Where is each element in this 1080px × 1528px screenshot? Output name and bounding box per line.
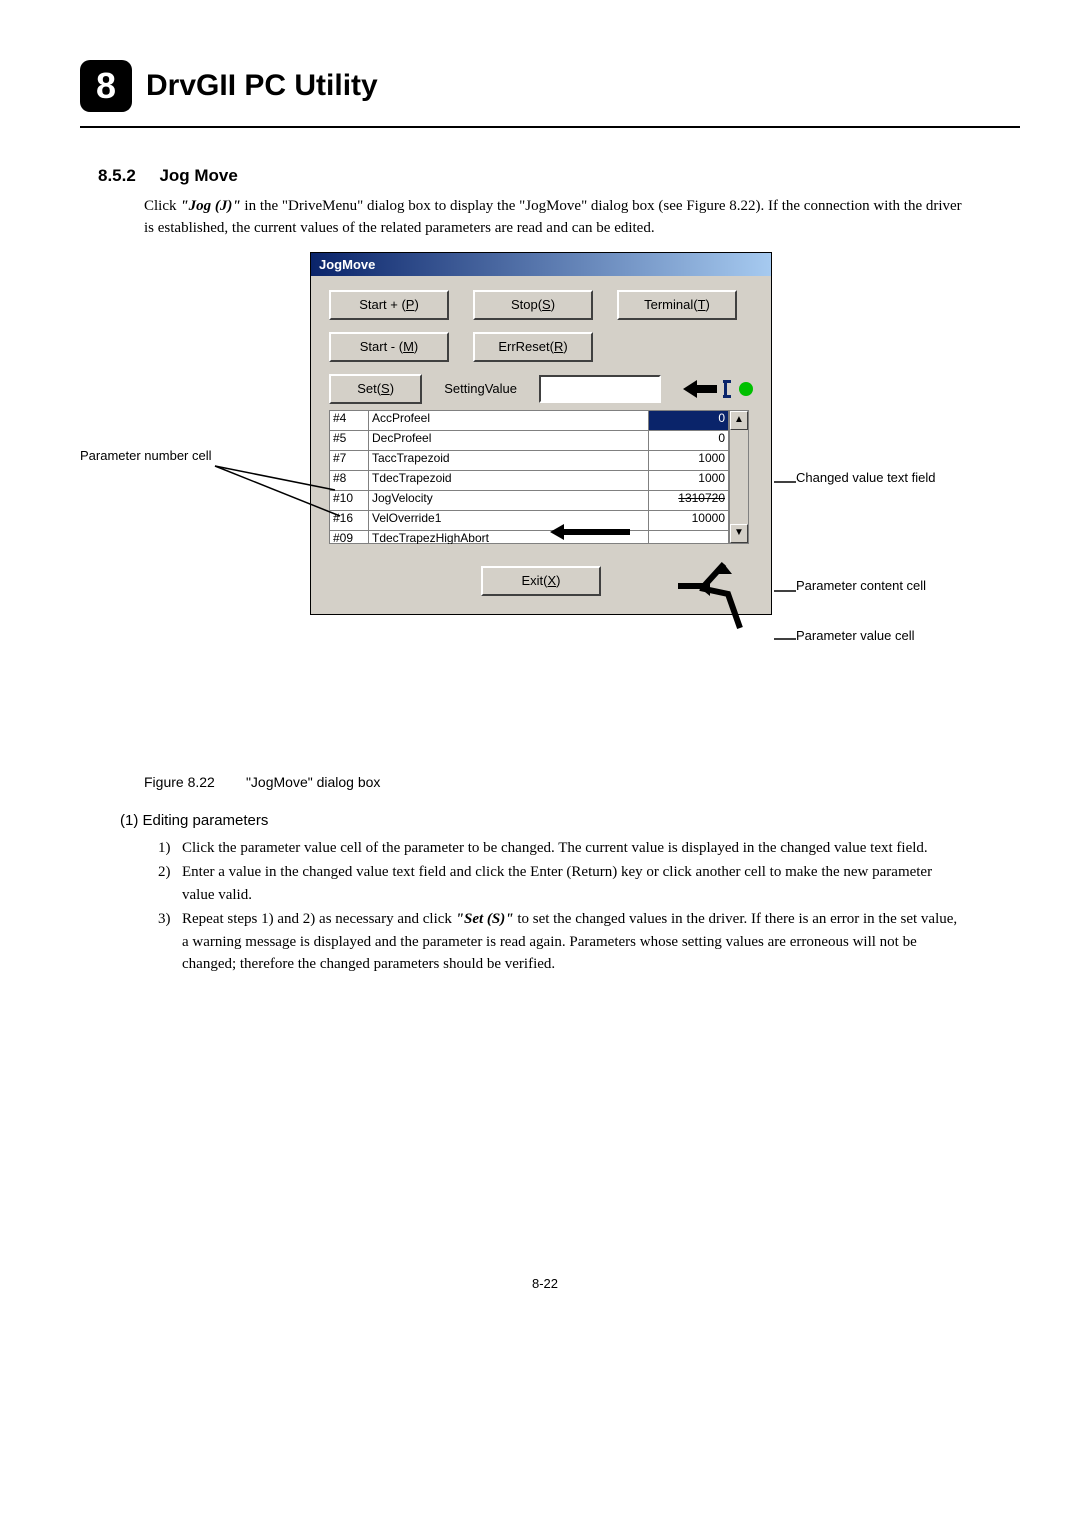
- err-reset-button[interactable]: ErrReset(R): [473, 332, 593, 362]
- arrow-left-icon: [683, 380, 717, 398]
- page-number: 8-22: [80, 1276, 1010, 1291]
- scrollbar[interactable]: ▲ ▼: [729, 410, 749, 544]
- set-button[interactable]: Set(S): [329, 374, 422, 404]
- figure-label: Figure 8.22: [144, 774, 215, 790]
- dialog-titlebar: JogMove: [311, 253, 771, 276]
- terminal-button[interactable]: Terminal(T): [617, 290, 737, 320]
- table-row[interactable]: #8 TdecTrapezoid 1000: [329, 470, 729, 490]
- parameter-table: #4 AccProfeel 0 #5 DecProfeel 0 #7 TaccT…: [329, 410, 749, 544]
- annotation-param-value-cell: Parameter value cell: [796, 628, 976, 643]
- editing-heading: (1) Editing parameters: [120, 812, 1010, 829]
- callout-line-icon: [774, 477, 800, 487]
- jogmove-dialog: JogMove Start + (P) Stop(S) Terminal(T) …: [310, 252, 772, 615]
- list-item: Click the parameter value cell of the pa…: [182, 837, 928, 860]
- scroll-down-button[interactable]: ▼: [730, 524, 748, 543]
- exit-button[interactable]: Exit(X): [481, 566, 601, 596]
- intro-paragraph: Click "Jog (J)" in the "DriveMenu" dialo…: [144, 196, 964, 240]
- setting-value-input[interactable]: [539, 375, 661, 403]
- annotation-changed-value: Changed value text field: [796, 470, 956, 485]
- list-item: Repeat steps 1) and 2) as necessary and …: [182, 908, 958, 976]
- section-number: 8.5.2: [98, 166, 136, 185]
- stop-button[interactable]: Stop(S): [473, 290, 593, 320]
- start-plus-button[interactable]: Start + (P): [329, 290, 449, 320]
- table-row[interactable]: #10 JogVelocity 1310720: [329, 490, 729, 510]
- table-row[interactable]: #09 TdecTrapezHighAbort: [329, 530, 729, 544]
- scroll-up-button[interactable]: ▲: [730, 411, 748, 430]
- callout-line-icon: [774, 586, 800, 596]
- arrow-icon: [680, 584, 750, 634]
- table-row[interactable]: #5 DecProfeel 0: [329, 430, 729, 450]
- chapter-title: DrvGII PC Utility: [146, 69, 378, 103]
- table-row[interactable]: #16 VelOverride1 10000: [329, 510, 729, 530]
- table-row[interactable]: #7 TaccTrapezoid 1000: [329, 450, 729, 470]
- annotation-param-content-cell: Parameter content cell: [796, 578, 956, 593]
- figure-caption: "JogMove" dialog box: [246, 774, 380, 790]
- chapter-number-badge: 8: [80, 60, 132, 112]
- cursor-icon: [723, 380, 733, 398]
- callout-line-icon: [774, 634, 800, 644]
- arrow-icon: [550, 524, 630, 540]
- list-item: Enter a value in the changed value text …: [182, 861, 958, 906]
- annotation-param-number-cell: Parameter number cell: [80, 448, 220, 463]
- status-led-icon: [739, 382, 753, 396]
- section-title: Jog Move: [159, 166, 237, 185]
- table-row[interactable]: #4 AccProfeel 0: [329, 410, 729, 430]
- start-minus-button[interactable]: Start - (M): [329, 332, 449, 362]
- setting-value-label: SettingValue: [444, 381, 517, 396]
- callout-line-icon: [215, 466, 345, 526]
